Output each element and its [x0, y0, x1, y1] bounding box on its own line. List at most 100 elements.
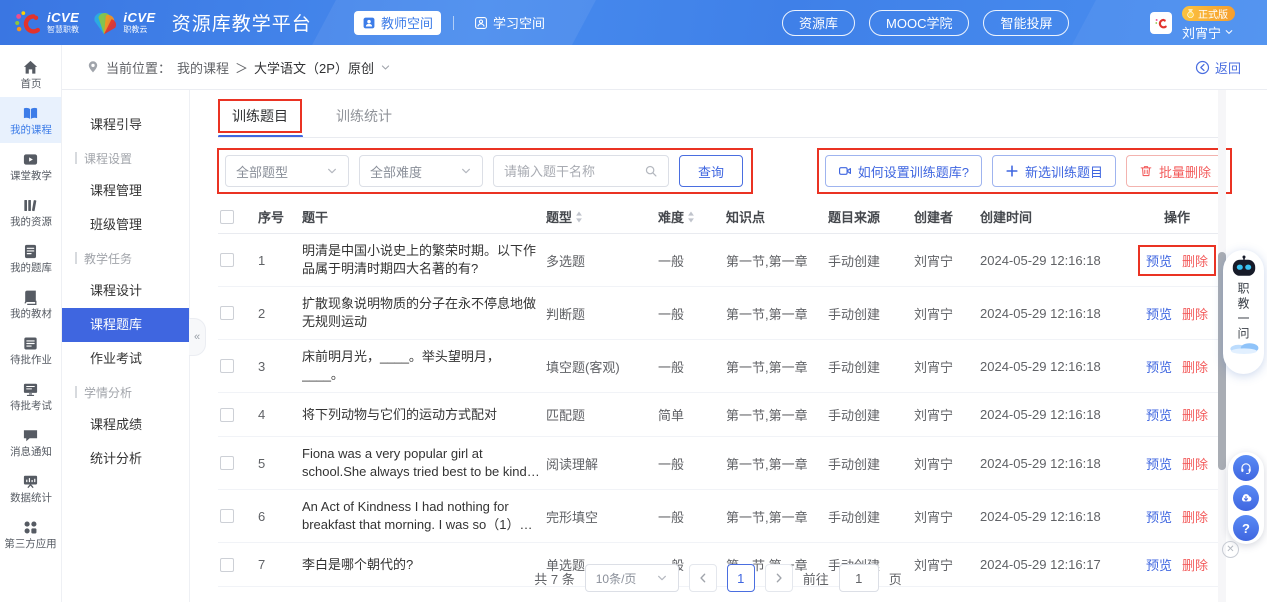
- header-pill-1[interactable]: MOOC学院: [869, 10, 969, 36]
- header-pill-2[interactable]: 智能投屏: [983, 10, 1069, 36]
- header-pill-0[interactable]: 资源库: [782, 10, 855, 36]
- goto-page-input[interactable]: [839, 564, 879, 592]
- delete-link[interactable]: 删除: [1182, 454, 1208, 473]
- row-checkbox[interactable]: [220, 509, 234, 523]
- course-dropdown-icon[interactable]: [380, 62, 391, 73]
- sidebar-collapse-handle[interactable]: «: [189, 318, 206, 356]
- submenu-item-course-grades[interactable]: 课程成绩: [62, 408, 189, 442]
- cell-type: 填空题(客观): [546, 357, 652, 376]
- delete-link[interactable]: 删除: [1182, 251, 1208, 270]
- textbook-icon: [22, 289, 39, 306]
- row-actions: 预览删除: [1140, 503, 1214, 530]
- cell-no: 6: [258, 509, 296, 524]
- sidebar-item-third-party-apps[interactable]: 第三方应用: [0, 511, 61, 557]
- preview-link[interactable]: 预览: [1146, 251, 1172, 270]
- icon-sidebar: 首页我的课程课堂教学我的资源我的题库我的教材待批作业待批考试消息通知数据统计第三…: [0, 45, 62, 602]
- page-size-value: 10条/页: [596, 570, 637, 587]
- delete-link[interactable]: 删除: [1182, 507, 1208, 526]
- table-body: 1明清是中国小说史上的繁荣时期。以下作品属于明清时期四大名著的有?多选题一般第一…: [218, 234, 1218, 587]
- homework-icon: [22, 335, 39, 352]
- sidebar-item-my-question-bank[interactable]: 我的题库: [0, 235, 61, 281]
- sidebar-item-my-textbooks[interactable]: 我的教材: [0, 281, 61, 327]
- customer-service-button[interactable]: [1233, 455, 1259, 481]
- page-1-button[interactable]: 1: [727, 564, 755, 592]
- sidebar-item-classroom-teaching[interactable]: 课堂教学: [0, 143, 61, 189]
- download-button[interactable]: [1233, 485, 1259, 511]
- search-input[interactable]: [504, 164, 644, 179]
- sidebar-item-data-statistics[interactable]: 数据统计: [0, 465, 61, 511]
- cell-actions: 预览删除: [1136, 450, 1218, 477]
- cell-source: 手动创建: [828, 357, 908, 376]
- submenu-item-homework-exam[interactable]: 作业考试: [62, 342, 189, 376]
- sidebar-item-pending-exams[interactable]: 待批考试: [0, 373, 61, 419]
- row-checkbox[interactable]: [220, 456, 234, 470]
- submenu-item-course-design[interactable]: 课程设计: [62, 274, 189, 308]
- chevron-down-icon: [1224, 27, 1234, 37]
- cell-creator: 刘宵宁: [914, 405, 974, 424]
- tabbar-divider: [218, 137, 1218, 138]
- sidebar-item-my-courses[interactable]: 我的课程: [0, 97, 61, 143]
- row-checkbox[interactable]: [220, 359, 234, 373]
- howto-training-bank-button[interactable]: 如何设置训练题库?: [825, 155, 982, 187]
- cell-source: 手动创建: [828, 304, 908, 323]
- add-training-questions-button[interactable]: 新选训练题目: [992, 155, 1116, 187]
- submenu-item-course-management[interactable]: 课程管理: [62, 174, 189, 208]
- breadcrumb-path[interactable]: 我的课程: [177, 58, 229, 77]
- delete-link[interactable]: 删除: [1182, 405, 1208, 424]
- question-type-select[interactable]: 全部题型: [225, 155, 349, 187]
- cell-no: 2: [258, 306, 296, 321]
- preview-link[interactable]: 预览: [1146, 507, 1172, 526]
- prev-page-button[interactable]: [689, 564, 717, 592]
- submenu-item-course-question-bank[interactable]: 课程题库: [62, 308, 189, 342]
- teacher-space-button[interactable]: 教师空间: [354, 11, 441, 35]
- sort-icon[interactable]: [575, 211, 583, 223]
- tab-training-statistics[interactable]: 训练统计: [336, 106, 392, 126]
- preview-link[interactable]: 预览: [1146, 357, 1172, 376]
- library-icon: [22, 197, 39, 214]
- mini-app-icon[interactable]: [1150, 12, 1172, 34]
- sort-icon[interactable]: [687, 211, 695, 223]
- space-nav: 教师空间 学习空间: [354, 0, 553, 45]
- submenu-item-statistical-analysis[interactable]: 统计分析: [62, 442, 189, 476]
- sidebar-item-notifications[interactable]: 消息通知: [0, 419, 61, 465]
- sidebar-item-my-resources[interactable]: 我的资源: [0, 189, 61, 235]
- submenu-item-class-management[interactable]: 班级管理: [62, 208, 189, 242]
- chevron-right-icon: [773, 572, 785, 584]
- breadcrumb-course[interactable]: 大学语文（2P）原创: [254, 58, 374, 77]
- row-checkbox[interactable]: [220, 306, 234, 320]
- row-checkbox[interactable]: [220, 253, 234, 267]
- delete-link[interactable]: 删除: [1182, 357, 1208, 376]
- column-header-题目来源: 题目来源: [828, 207, 908, 226]
- sidebar-item-pending-homework[interactable]: 待批作业: [0, 327, 61, 373]
- cell-creator: 刘宵宁: [914, 507, 974, 526]
- cell-stem: 扩散现象说明物质的分子在永不停息地做无规则运动: [302, 295, 540, 331]
- row-checkbox[interactable]: [220, 408, 234, 422]
- difficulty-select[interactable]: 全部难度: [359, 155, 483, 187]
- preview-link[interactable]: 预览: [1146, 405, 1172, 424]
- delete-link[interactable]: 删除: [1182, 304, 1208, 323]
- next-page-button[interactable]: [765, 564, 793, 592]
- select-all-checkbox[interactable]: [220, 210, 234, 224]
- cell-type: 阅读理解: [546, 454, 652, 473]
- back-link[interactable]: 返回: [1195, 58, 1241, 77]
- search-icon[interactable]: [644, 164, 658, 178]
- learning-space-button[interactable]: 学习空间: [466, 11, 553, 35]
- page-size-select[interactable]: 10条/页: [585, 564, 679, 592]
- preview-link[interactable]: 预览: [1146, 304, 1172, 323]
- preview-link[interactable]: 预览: [1146, 454, 1172, 473]
- cell-created: 2024-05-29 12:16:18: [980, 359, 1130, 374]
- search-field[interactable]: [493, 155, 669, 187]
- floating-toolbar: ?: [1228, 452, 1264, 544]
- close-floating-toolbar-button[interactable]: ✕: [1222, 541, 1239, 558]
- video-icon: [838, 164, 852, 178]
- ai-assistant-widget[interactable]: 职教一问: [1223, 250, 1264, 374]
- screen: iCVE 智慧职教 iCVE 职教云 资源库教学平台 教师空间: [0, 0, 1267, 602]
- submenu-item-course-guide[interactable]: 课程引导: [62, 108, 189, 142]
- search-button[interactable]: 查询: [679, 155, 743, 187]
- apps-icon: [22, 519, 39, 536]
- batch-delete-button[interactable]: 批量删除: [1126, 155, 1224, 187]
- user-menu[interactable]: 刘宵宁: [1182, 23, 1234, 42]
- sidebar-item-home[interactable]: 首页: [0, 51, 61, 97]
- tab-training-questions[interactable]: 训练题目: [232, 108, 288, 124]
- help-button[interactable]: ?: [1233, 515, 1259, 541]
